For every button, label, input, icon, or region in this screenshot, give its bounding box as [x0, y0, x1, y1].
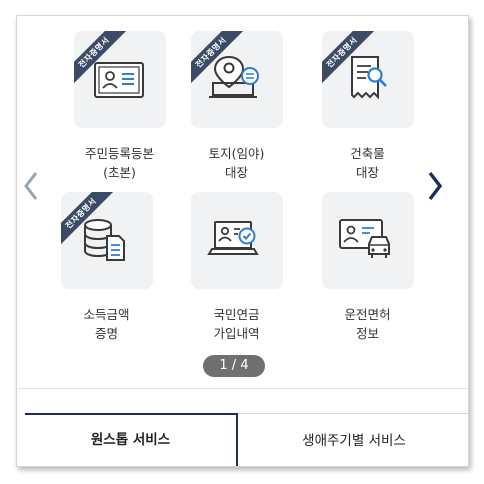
service-tile-driver-license[interactable]: 운전면허 정보: [302, 192, 433, 343]
driver-license-icon: [338, 219, 390, 258]
land-map-icon: [208, 55, 259, 98]
service-icon-box: 전자증명서: [321, 31, 414, 128]
chevron-right-icon[interactable]: [423, 169, 447, 203]
carousel-pager: 1 / 4: [203, 355, 265, 377]
service-label: 국민연금 가입내역: [213, 307, 260, 341]
service-label: 운전면허 정보: [344, 307, 391, 341]
service-tile-national-pension[interactable]: 국민연금 가입내역: [171, 192, 302, 343]
service-label: 소득금액 증명: [83, 307, 130, 341]
chevron-left-icon[interactable]: [20, 169, 44, 203]
service-tabs: 원스톱 서비스 생애주기별 서비스: [17, 413, 468, 466]
tab-onestop-service[interactable]: 원스톱 서비스: [25, 413, 238, 466]
service-tile-land-register[interactable]: 전자증명서 토지(임야) 대장: [171, 31, 302, 182]
service-icon-box: [190, 192, 283, 289]
service-tile-income-certificate[interactable]: 전자증명서 소득금액 증명: [41, 192, 172, 343]
id-card-icon: [93, 62, 144, 98]
pension-laptop-icon: [206, 221, 259, 255]
section-divider: [17, 388, 468, 389]
tab-lifecycle-service[interactable]: 생애주기별 서비스: [238, 413, 468, 466]
service-icon-box: 전자증명서: [190, 31, 283, 128]
income-database-icon: [83, 219, 125, 261]
service-icon-box: 전자증명서: [73, 31, 166, 128]
service-grid: 전자증명서 주민등록등본 (초본) 전자증명서 토지(임야) 대장 전자증명서 …: [17, 16, 468, 356]
service-icon-box: [321, 192, 414, 289]
service-tile-resident-registration[interactable]: 전자증명서 주민등록등본 (초본): [54, 31, 185, 182]
service-label: 주민등록등본 (초본): [84, 146, 154, 180]
service-carousel-card: 전자증명서 주민등록등본 (초본) 전자증명서 토지(임야) 대장 전자증명서 …: [16, 15, 469, 467]
service-label: 건축물 대장: [350, 146, 385, 180]
service-label: 토지(임야) 대장: [208, 146, 265, 180]
building-document-icon: [350, 56, 387, 100]
service-icon-box: 전자증명서: [60, 192, 153, 289]
service-tile-building-register[interactable]: 전자증명서 건축물 대장: [302, 31, 433, 182]
